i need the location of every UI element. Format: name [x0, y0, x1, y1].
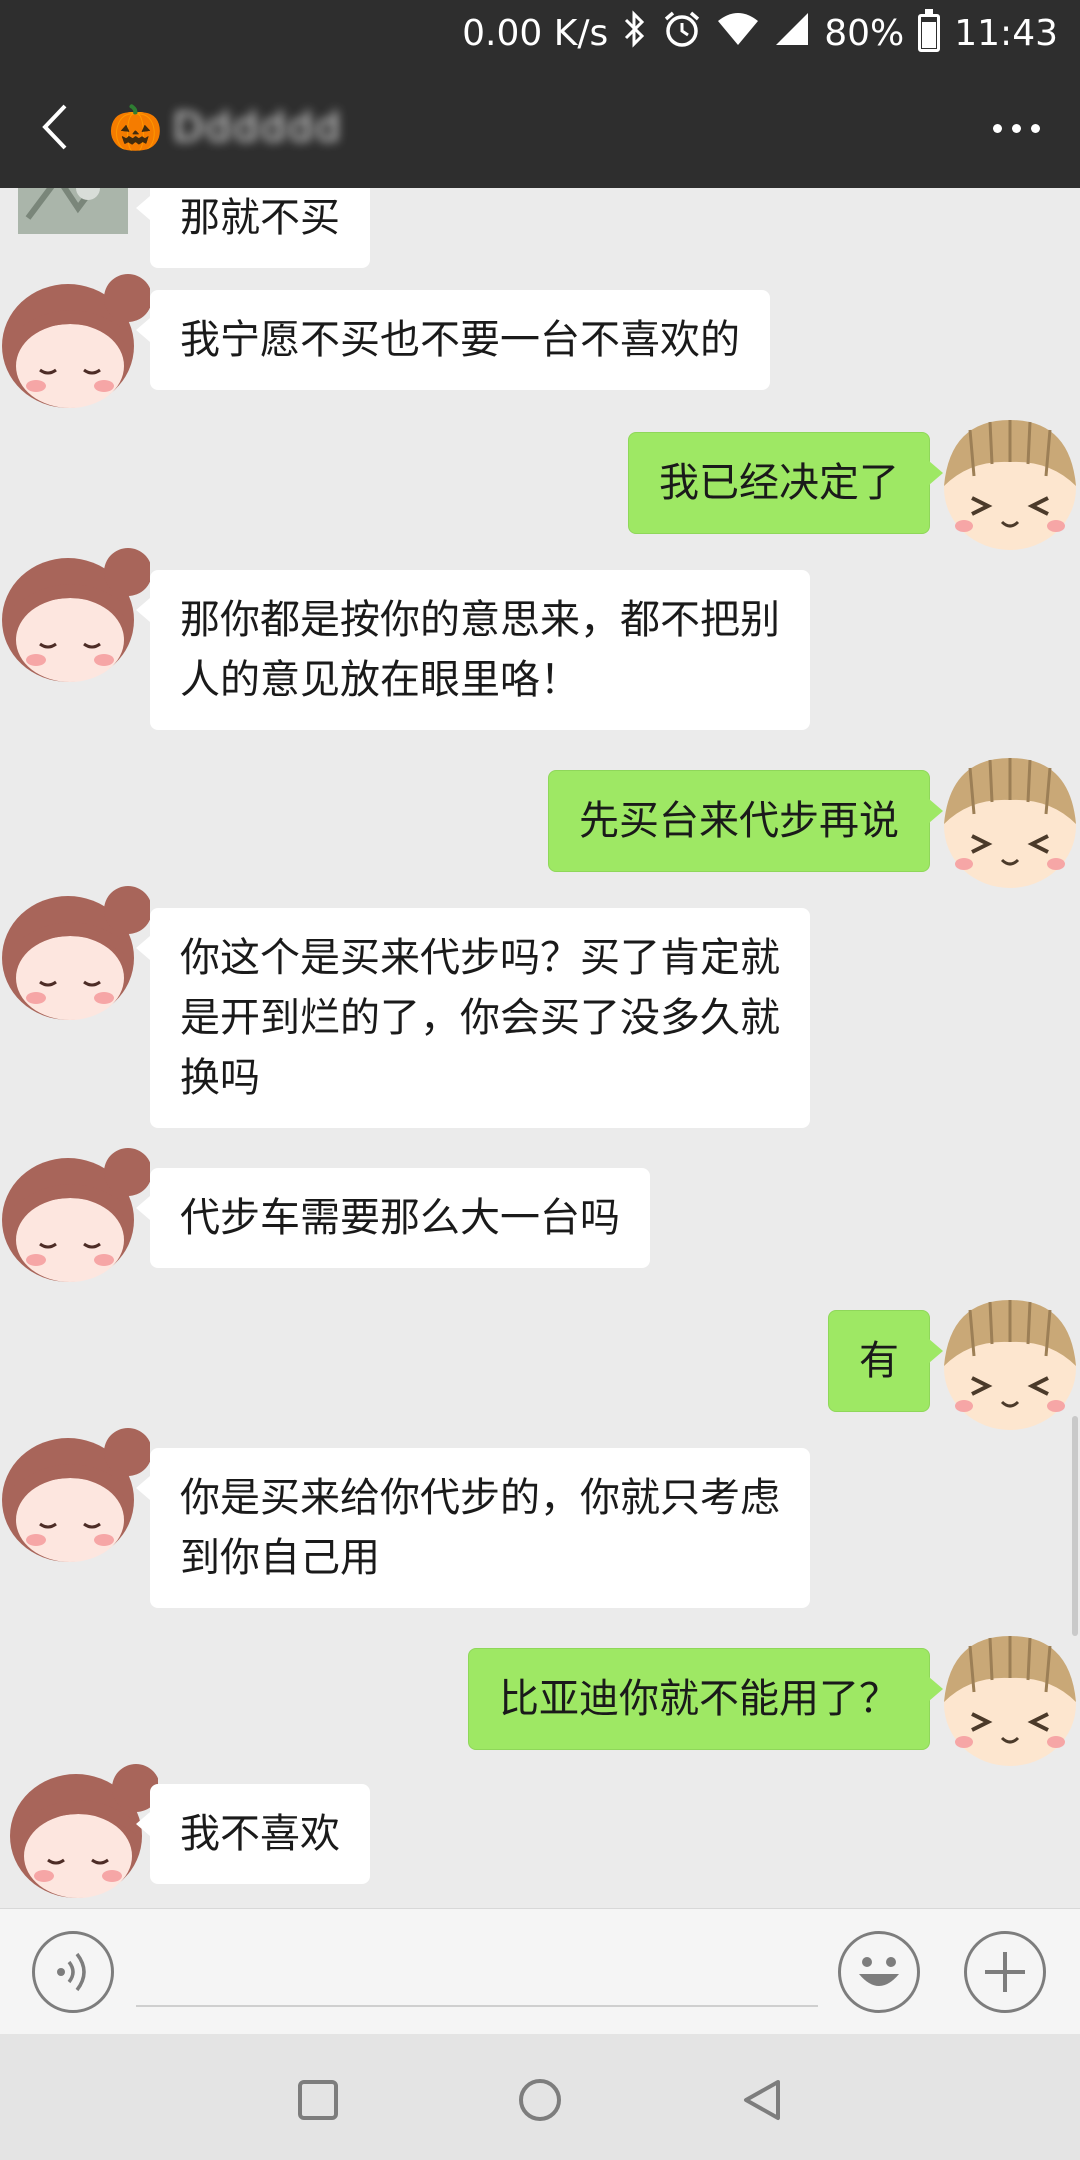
- contact-avatar[interactable]: [0, 274, 152, 414]
- my-avatar[interactable]: [930, 1622, 1080, 1766]
- pumpkin-icon: 🎃: [108, 103, 163, 154]
- contact-name: Dddddd: [172, 105, 343, 151]
- back-button[interactable]: [24, 94, 84, 160]
- girl-avatar-icon: [2, 1428, 152, 1562]
- message-bubble[interactable]: 我宁愿不买也不要一台不喜欢的: [136, 290, 770, 390]
- more-dots-icon: [992, 123, 1002, 133]
- boy-avatar-icon: [944, 1636, 1076, 1766]
- title-bar: 🎃 Dddddd: [0, 66, 1080, 188]
- message-text: 先买台来代步再说: [579, 798, 899, 844]
- scrollbar[interactable]: [1072, 1416, 1078, 1636]
- nav-back-button[interactable]: [732, 2070, 792, 2130]
- message-bubble[interactable]: 那你都是按你的意思来，都不把别 人的意见放在眼里咯！: [136, 570, 810, 730]
- boy-avatar-icon: [944, 1300, 1076, 1430]
- wifi-icon: [716, 11, 760, 56]
- chat-area[interactable]: 那就不买 我宁愿不买也不要一台不喜欢的 我已经决定了 那你都是按你的意思来，都不…: [0, 188, 1080, 1908]
- plus-button[interactable]: [964, 1931, 1046, 2013]
- message-input[interactable]: [136, 1939, 818, 2007]
- voice-icon: [57, 1952, 86, 1992]
- my-avatar[interactable]: [930, 406, 1080, 550]
- girl-avatar-icon: [2, 274, 152, 408]
- message-line: 你是买来给你代步的，你就只考虑: [180, 1475, 780, 1521]
- girl-avatar-icon: [2, 1148, 152, 1282]
- home-button[interactable]: [510, 2070, 570, 2130]
- status-bar: 0.00 K/s 80% 11:43: [0, 0, 1080, 66]
- signal-icon: [774, 11, 810, 56]
- clock: 11:43: [954, 12, 1058, 54]
- message-line: 人的意见放在眼里咯！: [180, 657, 580, 703]
- photo-avatar: [18, 188, 128, 234]
- contact-avatar[interactable]: [0, 548, 152, 688]
- plus-icon: [985, 1952, 1025, 1992]
- message-line: 你这个是买来代步吗？买了肯定就: [180, 935, 780, 981]
- message-text: 代步车需要那么大一台吗: [180, 1195, 620, 1241]
- message-line: 是开到烂的了，你会买了没多久就: [180, 995, 780, 1041]
- contact-avatar[interactable]: [0, 1148, 152, 1288]
- girl-avatar-icon: [2, 548, 152, 682]
- my-avatar[interactable]: [930, 1286, 1080, 1430]
- message-text: 比亚迪你就不能用了？: [499, 1676, 899, 1722]
- message-text: 我宁愿不买也不要一台不喜欢的: [180, 317, 740, 363]
- contact-title: 🎃 Dddddd: [108, 98, 343, 158]
- input-bar: [0, 1908, 1080, 2034]
- battery-percent: 80%: [824, 12, 905, 54]
- girl-avatar-icon: [2, 886, 152, 1020]
- my-avatar[interactable]: [930, 744, 1080, 888]
- message-bubble[interactable]: 你是买来给你代步的，你就只考虑 到你自己用: [136, 1448, 810, 1608]
- message-text: 有: [859, 1338, 899, 1384]
- system-nav-bar: [0, 2034, 1080, 2160]
- chevron-left-icon: [42, 104, 67, 150]
- battery-level: [922, 22, 937, 48]
- alarm-icon: [662, 9, 702, 58]
- message-bubble[interactable]: 比亚迪你就不能用了？: [468, 1648, 943, 1750]
- more-button[interactable]: [986, 106, 1046, 150]
- battery-icon: [918, 9, 941, 52]
- message-bubble[interactable]: 你这个是买来代步吗？买了肯定就 是开到烂的了，你会买了没多久就 换吗: [136, 908, 810, 1128]
- message-bubble[interactable]: 我已经决定了: [628, 432, 943, 534]
- message-bubble[interactable]: 那就不买: [136, 188, 370, 268]
- message-bubble[interactable]: 有: [828, 1310, 943, 1412]
- message-bubble[interactable]: 先买台来代步再说: [548, 770, 943, 872]
- boy-avatar-icon: [944, 758, 1076, 888]
- message-line: 换吗: [180, 1055, 260, 1101]
- net-speed: 0.00 K/s: [462, 12, 609, 54]
- message-line: 那你都是按你的意思来，都不把别: [180, 597, 780, 643]
- emoji-button[interactable]: [838, 1931, 920, 2013]
- message-text: 我已经决定了: [659, 460, 899, 506]
- message-text: 我不喜欢: [180, 1811, 340, 1857]
- back-icon: [744, 2080, 780, 2120]
- bluetooth-icon: [622, 9, 648, 57]
- home-icon: [519, 2079, 561, 2121]
- message-text: 那就不买: [180, 195, 340, 241]
- recent-apps-icon: [298, 2080, 338, 2120]
- message-bubble[interactable]: 我不喜欢: [136, 1784, 370, 1884]
- message-line: 到你自己用: [180, 1535, 380, 1581]
- emoji-icon: [859, 1957, 899, 1986]
- boy-avatar-icon: [944, 420, 1076, 550]
- contact-avatar[interactable]: [0, 1428, 152, 1568]
- message-bubble[interactable]: 代步车需要那么大一台吗: [136, 1168, 650, 1268]
- recent-apps-button[interactable]: [288, 2070, 348, 2130]
- voice-button[interactable]: [32, 1931, 114, 2013]
- contact-avatar[interactable]: [0, 886, 152, 1026]
